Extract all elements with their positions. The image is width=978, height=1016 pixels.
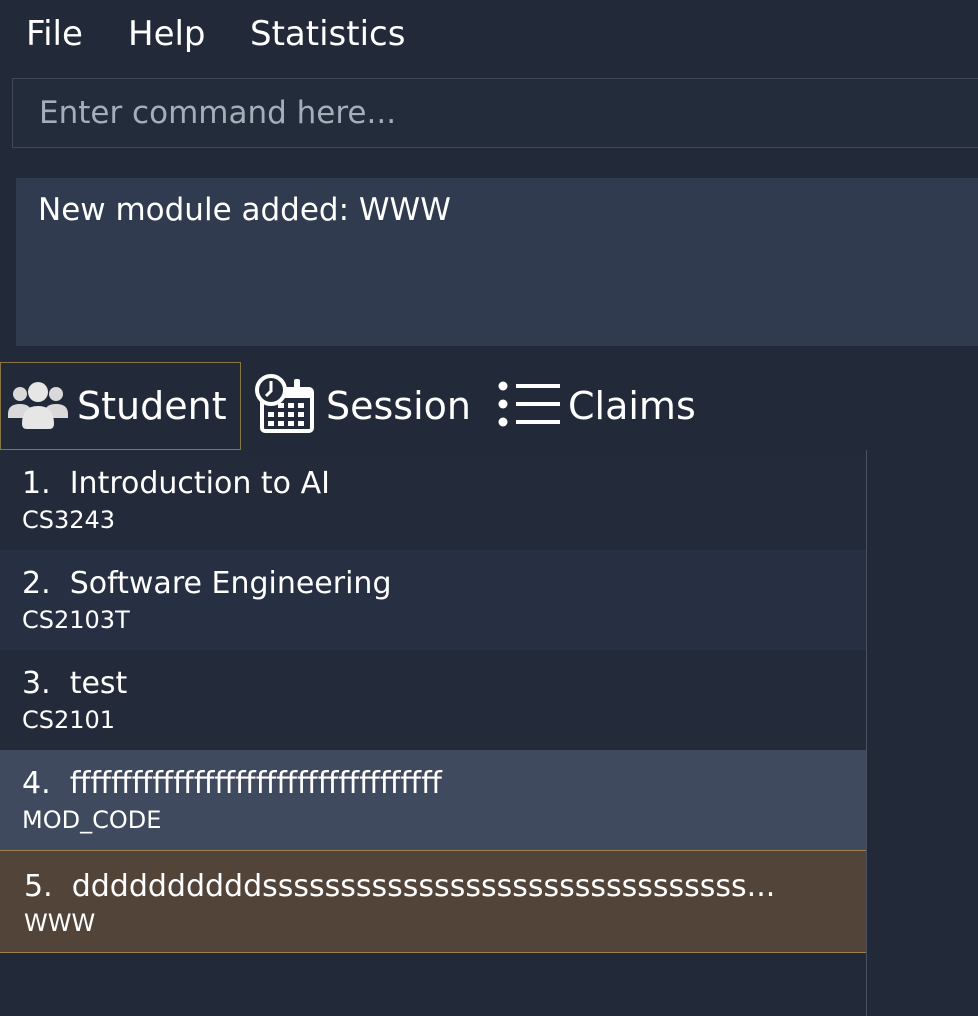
tab-session[interactable]: Session xyxy=(254,362,484,450)
module-title: 5. ddddddddddsssssssssssssssssssssssssss… xyxy=(24,869,776,904)
module-code: WWW xyxy=(24,909,96,937)
users-icon xyxy=(7,378,69,434)
module-code: CS3243 xyxy=(22,506,116,534)
module-list: 1. Introduction to AI CS3243 2. Software… xyxy=(0,450,867,1016)
tab-student[interactable]: Student xyxy=(0,362,241,450)
list-item-selected[interactable]: 4. ffffffffffffffffffffffffffffffffffff … xyxy=(0,750,866,850)
tab-claims[interactable]: Claims xyxy=(496,362,706,450)
list-item[interactable]: 2. Software Engineering CS2103T xyxy=(0,550,866,650)
command-box xyxy=(12,78,978,148)
module-title: 2. Software Engineering xyxy=(22,566,392,601)
list-icon xyxy=(496,380,562,432)
tab-claims-label: Claims xyxy=(568,384,696,428)
module-title: 4. ffffffffffffffffffffffffffffffffffff xyxy=(22,766,442,801)
list-item-highlighted[interactable]: 5. ddddddddddsssssssssssssssssssssssssss… xyxy=(0,850,866,953)
list-item[interactable]: 1. Introduction to AI CS3243 xyxy=(0,450,866,550)
menu-bar: File Help Statistics xyxy=(0,0,978,68)
module-code: MOD_CODE xyxy=(22,806,162,834)
list-item[interactable]: 3. test CS2101 xyxy=(0,650,866,750)
command-input[interactable] xyxy=(13,79,978,147)
calendar-clock-icon xyxy=(254,373,316,439)
module-code: CS2101 xyxy=(22,706,116,734)
module-code: CS2103T xyxy=(22,606,130,634)
menu-statistics[interactable]: Statistics xyxy=(250,12,405,56)
tab-session-label: Session xyxy=(326,384,471,428)
tab-student-label: Student xyxy=(77,384,227,428)
module-title: 3. test xyxy=(22,666,128,701)
result-message: New module added: WWW xyxy=(38,192,451,228)
menu-help[interactable]: Help xyxy=(128,12,206,56)
result-display: New module added: WWW xyxy=(16,178,978,346)
menu-file[interactable]: File xyxy=(26,12,83,56)
module-title: 1. Introduction to AI xyxy=(22,466,330,501)
